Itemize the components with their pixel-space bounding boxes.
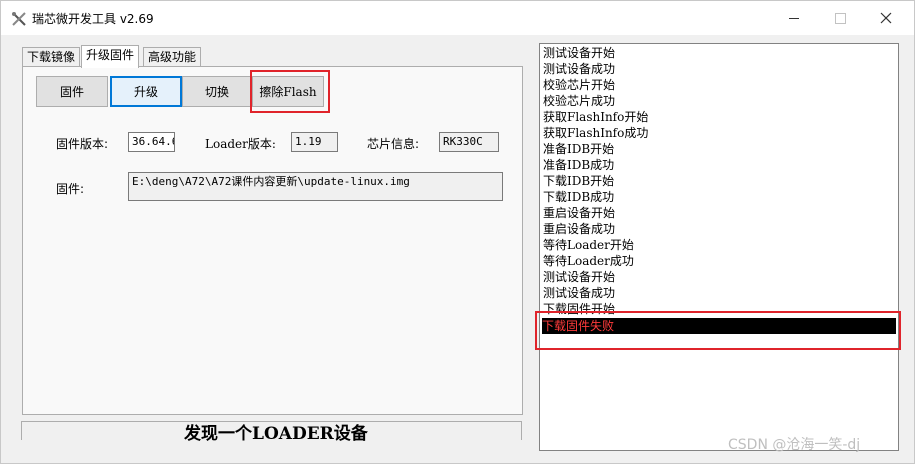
log-line: 测试设备成功 — [543, 62, 616, 76]
log-line: 等待Loader成功 — [543, 254, 634, 268]
firmware-path-label: 固件: — [56, 182, 85, 196]
title-bar: 瑞芯微开发工具 v2.69 — [1, 1, 914, 35]
tab-upgrade-firmware[interactable]: 升级固件 — [81, 45, 140, 68]
upgrade-button[interactable]: 升级 — [110, 76, 182, 107]
app-window: 瑞芯微开发工具 v2.69 下载镜像 升级固件 高级功能 固件 升级 切换 擦除… — [0, 0, 915, 464]
loader-version-field: 1.19 — [291, 132, 338, 152]
log-line: 重启设备开始 — [543, 206, 616, 220]
close-icon — [880, 12, 892, 24]
watermark: CSDN @沧海一笑-dj — [728, 437, 861, 453]
firmware-path-field: E:\deng\A72\A72课件内容更新\update-linux.img — [128, 172, 503, 201]
maximize-icon — [834, 12, 846, 24]
chip-info-label: 芯片信息: — [367, 137, 420, 151]
log-line: 获取FlashInfo开始 — [543, 110, 649, 124]
log-line: 准备IDB开始 — [543, 142, 615, 156]
firmware-version-field: 36.64.6 — [128, 132, 175, 152]
status-text: 发现一个LOADER设备 — [184, 424, 368, 444]
highlight-box-erase — [250, 70, 330, 113]
log-line: 获取FlashInfo成功 — [543, 126, 649, 140]
log-line: 下载IDB开始 — [543, 174, 615, 188]
log-line: 测试设备开始 — [543, 46, 616, 60]
log-line: 测试设备开始 — [543, 270, 616, 284]
minimize-button[interactable] — [771, 1, 817, 35]
close-button[interactable] — [863, 1, 909, 35]
tools-icon — [12, 12, 26, 26]
chip-info-field: RK330C — [439, 132, 499, 152]
log-line: 重启设备成功 — [543, 222, 616, 236]
minimize-icon — [789, 17, 799, 19]
switch-button[interactable]: 切换 — [182, 76, 252, 107]
log-line: 校验芯片成功 — [543, 94, 616, 108]
firmware-button[interactable]: 固件 — [36, 76, 108, 107]
log-line: 测试设备成功 — [543, 286, 616, 300]
log-line: 准备IDB成功 — [543, 158, 615, 172]
firmware-version-label: 固件版本: — [56, 137, 109, 151]
window-title: 瑞芯微开发工具 v2.69 — [32, 12, 154, 26]
tab-advanced[interactable]: 高级功能 — [143, 47, 202, 66]
upgrade-firmware-panel — [22, 66, 523, 415]
log-list[interactable]: 测试设备开始 测试设备成功 校验芯片开始 校验芯片成功 获取FlashInfo开… — [539, 43, 899, 451]
log-line: 校验芯片开始 — [543, 78, 616, 92]
log-line: 下载IDB成功 — [543, 190, 615, 204]
maximize-button[interactable] — [817, 1, 863, 35]
loader-version-label: Loader版本: — [205, 137, 276, 151]
tab-download-image[interactable]: 下载镜像 — [22, 47, 81, 66]
log-line: 等待Loader开始 — [543, 238, 634, 252]
highlight-box-error — [535, 311, 901, 350]
